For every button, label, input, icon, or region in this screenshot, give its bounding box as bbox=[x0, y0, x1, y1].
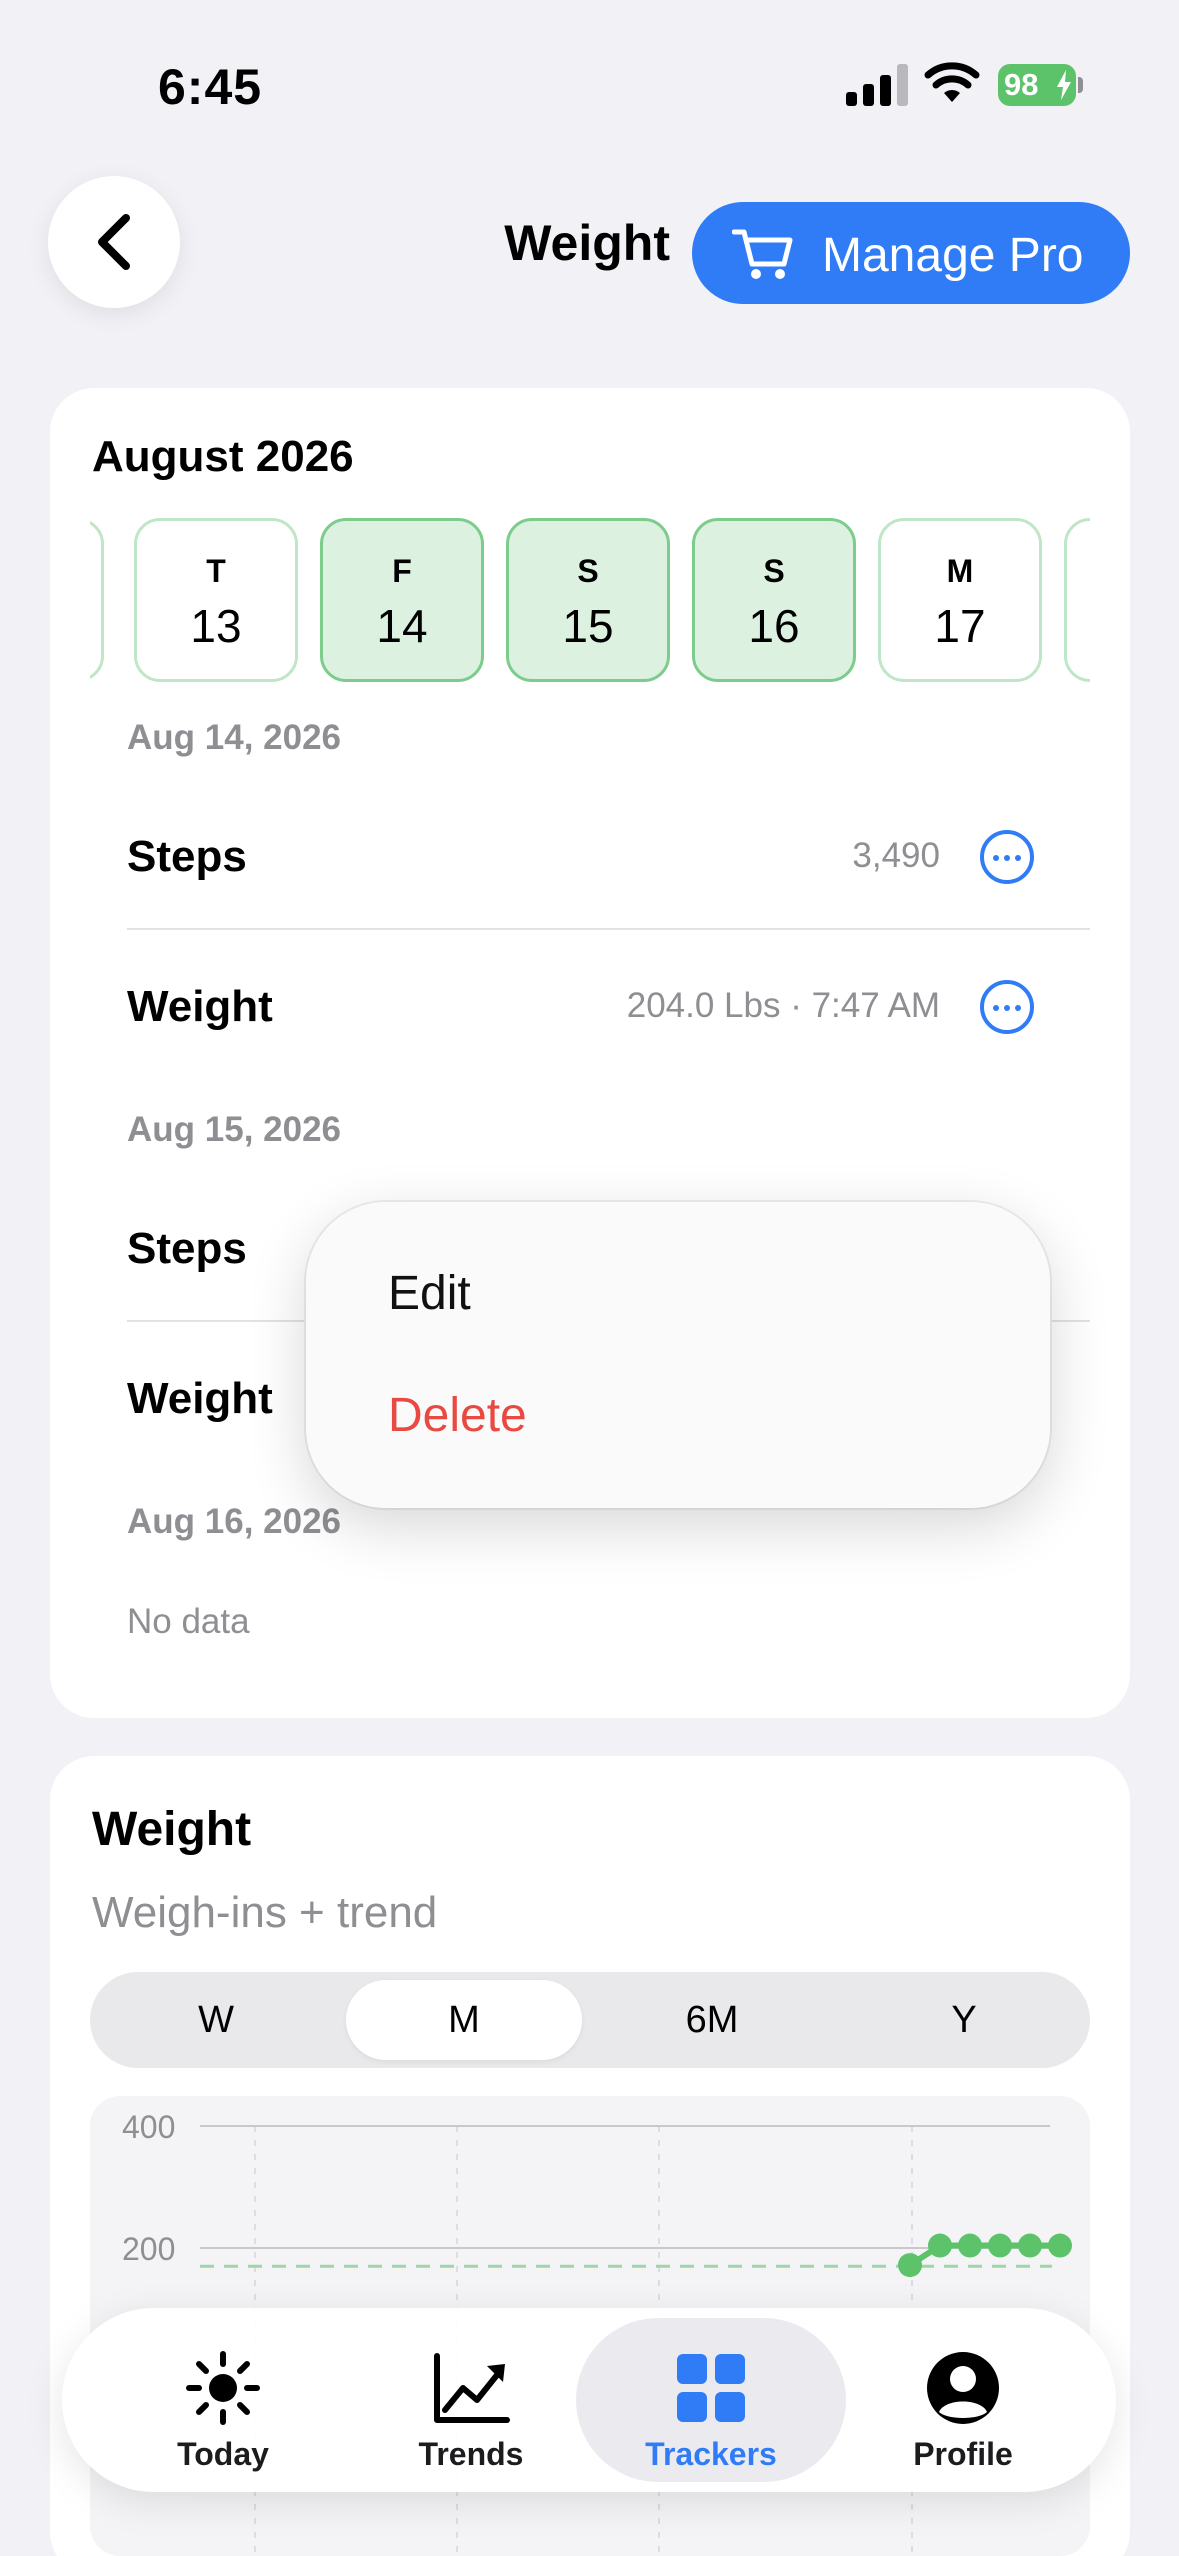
tab-label: Trends bbox=[418, 2436, 524, 2472]
no-data-text: No data bbox=[127, 1602, 250, 1641]
section-date: Aug 15, 2026 bbox=[127, 1110, 341, 1149]
tab-trackers[interactable]: Trackers bbox=[576, 2318, 846, 2482]
tab-label: Trackers bbox=[645, 2436, 777, 2472]
day-number: 16 bbox=[748, 600, 800, 652]
range-option[interactable]: W bbox=[98, 1980, 334, 2060]
day-number: 17 bbox=[934, 600, 986, 652]
divider bbox=[127, 928, 1090, 930]
month-title: August 2026 bbox=[92, 432, 354, 481]
data-point bbox=[928, 2233, 952, 2258]
entry-label: Steps bbox=[127, 1224, 247, 1273]
wifi-icon bbox=[924, 62, 980, 102]
sun-icon bbox=[186, 2351, 260, 2425]
day-of-week: F bbox=[392, 553, 412, 589]
battery-cap bbox=[1078, 77, 1083, 93]
grid-icon bbox=[677, 2354, 745, 2422]
delete-menu-item[interactable]: Delete bbox=[388, 1388, 527, 1443]
tab-bar: Today Trends Trackers Profile bbox=[62, 2308, 1116, 2492]
entry-label: Weight bbox=[127, 1374, 273, 1423]
daily-log-card: August 2026 T 13 F 14 S 15 S 16 M 17 Aug… bbox=[50, 388, 1130, 1718]
battery-indicator: 98 bbox=[998, 64, 1076, 106]
more-options-button[interactable] bbox=[980, 980, 1034, 1034]
tab-today[interactable]: Today bbox=[88, 2318, 358, 2482]
entry-value: 3,490 bbox=[852, 836, 940, 875]
day-cell[interactable]: M 17 bbox=[878, 518, 1042, 682]
y-tick-label: 200 bbox=[122, 2231, 175, 2267]
range-option-selected[interactable]: M bbox=[346, 1980, 582, 2060]
data-point bbox=[1048, 2233, 1072, 2258]
tab-profile[interactable]: Profile bbox=[828, 2318, 1098, 2482]
context-menu: Edit Delete bbox=[306, 1202, 1050, 1508]
person-circle-icon bbox=[927, 2352, 999, 2424]
section-date: Aug 16, 2026 bbox=[127, 1502, 341, 1541]
y-tick-label: 400 bbox=[122, 2109, 175, 2145]
tab-trends[interactable]: Trends bbox=[336, 2318, 606, 2482]
day-of-week: T bbox=[206, 553, 226, 589]
back-button[interactable] bbox=[48, 176, 180, 308]
data-point bbox=[898, 2253, 922, 2278]
day-cell[interactable]: F 14 bbox=[320, 518, 484, 682]
day-cell[interactable]: T 13 bbox=[134, 518, 298, 682]
data-point bbox=[1018, 2233, 1042, 2258]
status-time: 6:45 bbox=[158, 59, 263, 115]
day-cell-partial[interactable] bbox=[90, 518, 104, 682]
edit-menu-item[interactable]: Edit bbox=[388, 1266, 471, 1321]
range-option[interactable]: 6M bbox=[594, 1980, 830, 2060]
charging-bolt-icon bbox=[1057, 70, 1071, 100]
day-of-week: M bbox=[946, 553, 974, 589]
day-cell[interactable]: S 15 bbox=[506, 518, 670, 682]
day-number: 15 bbox=[562, 600, 614, 652]
day-cell[interactable]: S 16 bbox=[692, 518, 856, 682]
day-strip[interactable]: T 13 F 14 S 15 S 16 M 17 bbox=[90, 518, 1090, 682]
day-of-week: S bbox=[577, 553, 599, 589]
entry-value: 204.0 Lbs · 7:47 AM bbox=[626, 986, 940, 1025]
chart-title: Weight bbox=[92, 1803, 252, 1856]
chart-subtitle: Weigh-ins + trend bbox=[92, 1888, 438, 1937]
entry-label: Weight bbox=[127, 982, 273, 1031]
battery-level: 98 bbox=[1004, 67, 1039, 102]
day-of-week: S bbox=[763, 553, 785, 589]
cart-icon bbox=[732, 229, 793, 279]
manage-pro-button[interactable]: Manage Pro bbox=[692, 202, 1130, 304]
range-segmented-control: W M 6M Y bbox=[90, 1972, 1090, 2068]
cellular-signal-icon bbox=[846, 64, 908, 106]
tab-label: Profile bbox=[913, 2436, 1013, 2472]
day-number: 14 bbox=[376, 600, 428, 652]
section-date: Aug 14, 2026 bbox=[127, 718, 341, 757]
data-point bbox=[988, 2233, 1012, 2258]
entry-label: Steps bbox=[127, 832, 247, 881]
chevron-left-icon bbox=[98, 214, 130, 270]
tab-label: Today bbox=[177, 2436, 269, 2472]
trend-chart-icon bbox=[434, 2353, 510, 2423]
more-options-button[interactable] bbox=[980, 830, 1034, 884]
day-cell-partial[interactable] bbox=[1064, 518, 1090, 682]
data-point bbox=[958, 2233, 982, 2258]
manage-pro-label: Manage Pro bbox=[822, 229, 1084, 282]
day-number: 13 bbox=[190, 600, 242, 652]
range-option[interactable]: Y bbox=[846, 1980, 1082, 2060]
page-title: Weight bbox=[504, 215, 670, 271]
